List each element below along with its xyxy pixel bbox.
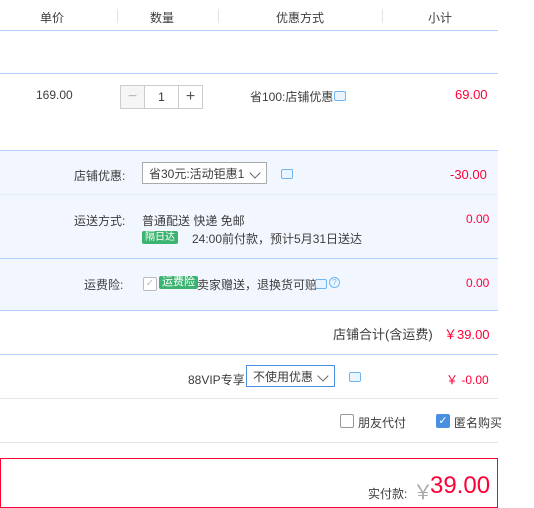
vip-select-value: 不使用优惠 <box>253 369 314 384</box>
quantity-stepper[interactable]: − 1 + <box>120 85 203 109</box>
unit-price: 169.00 <box>36 88 73 102</box>
chevron-down-icon <box>249 167 261 179</box>
insurance-badge: 运费险 <box>159 276 198 289</box>
chevron-down-icon <box>317 370 329 382</box>
divider <box>0 150 498 151</box>
header-qty: 数量 <box>150 11 175 25</box>
next-day-badge: 隔日达 <box>142 231 178 244</box>
header-separator <box>117 9 118 23</box>
divider <box>0 194 498 195</box>
vip-select[interactable]: 不使用优惠 <box>246 365 335 387</box>
badge-text: 隔日达 <box>145 232 175 243</box>
chat-icon[interactable] <box>334 91 346 101</box>
help-icon[interactable]: ? <box>329 277 340 288</box>
friend-pay-label[interactable]: 朋友代付 <box>358 414 406 431</box>
payment-label: 实付款: <box>368 487 408 501</box>
shipping-note: 24:00前付款，预计5月31日送达 <box>192 232 363 246</box>
insurance-amount: 0.00 <box>466 276 490 290</box>
shipping-method: 普通配送 快递 免邮 <box>142 214 245 228</box>
badge-text: 运费险 <box>162 276 195 288</box>
divider <box>0 398 498 399</box>
header-separator <box>218 9 219 23</box>
header-separator <box>382 9 383 23</box>
insurance-desc: 卖家赠送，退换货可赔 <box>197 278 318 292</box>
friend-pay-checkbox[interactable] <box>340 414 354 428</box>
plus-icon[interactable]: + <box>178 85 203 109</box>
shop-total-label: 店铺合计(含运费) <box>333 327 433 342</box>
minus-icon[interactable]: − <box>120 85 145 109</box>
anonymous-checkbox[interactable]: ✓ <box>436 414 450 428</box>
header-price: 单价 <box>40 11 65 25</box>
header-promo: 优惠方式 <box>276 11 325 25</box>
divider <box>0 442 498 443</box>
shop-total-amount: ￥39.00 <box>444 327 490 342</box>
divider <box>0 354 498 355</box>
divider <box>0 73 498 74</box>
quantity-input[interactable]: 1 <box>145 85 178 109</box>
payment-amount: 39.00 <box>430 472 491 499</box>
shop-coupon-label: 店铺优惠: <box>74 169 126 183</box>
insurance-checkbox[interactable]: ✓ <box>143 277 157 291</box>
shipping-amount: 0.00 <box>466 212 490 226</box>
item-subtotal: 69.00 <box>455 87 488 102</box>
vip-label: 88VIP专享 <box>188 373 245 387</box>
divider <box>0 310 498 311</box>
chat-icon[interactable] <box>315 279 327 289</box>
vip-amount: ￥ -0.00 <box>446 373 489 387</box>
table-header: 单价 数量 优惠方式 小计 <box>0 0 498 31</box>
header-subtotal: 小计 <box>428 11 453 25</box>
item-promo: 省100:店铺优惠 <box>250 90 334 104</box>
chat-icon[interactable] <box>349 372 361 382</box>
anonymous-label[interactable]: 匿名购买 <box>454 414 502 431</box>
shipping-label: 运送方式: <box>74 214 126 228</box>
chat-icon[interactable] <box>281 169 293 179</box>
shop-coupon-value: 省30元:活动钜惠1 <box>149 166 245 181</box>
shop-coupon-amount: -30.00 <box>450 167 487 182</box>
divider <box>0 258 498 259</box>
shop-coupon-select[interactable]: 省30元:活动钜惠1 <box>142 162 267 184</box>
insurance-label: 运费险: <box>84 278 124 292</box>
